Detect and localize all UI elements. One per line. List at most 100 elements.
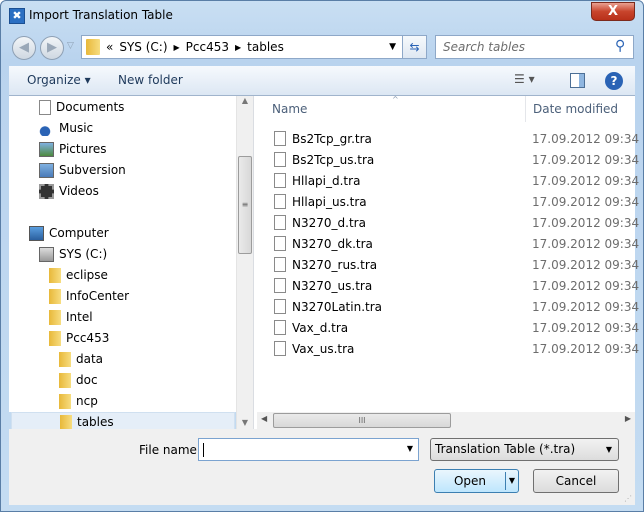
file-row[interactable]: Bs2Tcp_gr.tra 17.09.2012 09:34	[274, 128, 639, 149]
file-name: N3270_d.tra	[292, 215, 366, 230]
nav-item-label: Documents	[56, 100, 125, 114]
help-icon[interactable]: ?	[605, 72, 623, 90]
file-name: N3270_dk.tra	[292, 236, 373, 251]
scroll-up-arrow[interactable]: ▲	[237, 96, 253, 105]
preview-pane-icon[interactable]	[570, 73, 585, 88]
nav-item-label: Subversion	[59, 163, 126, 177]
breadcrumb-pcc453[interactable]: Pcc453	[186, 40, 229, 54]
cancel-button[interactable]: Cancel	[533, 469, 619, 493]
open-dropdown-icon[interactable]: ▼	[505, 472, 518, 490]
nav-item[interactable]: SYS (C:)	[39, 244, 107, 264]
nav-item[interactable]: Computer	[29, 223, 109, 243]
file-name: Hllapi_us.tra	[292, 194, 367, 209]
nav-item[interactable]: Pictures	[39, 139, 107, 159]
breadcrumb-overflow[interactable]: «	[106, 40, 113, 54]
file-icon	[274, 341, 286, 356]
file-date: 17.09.2012 09:34	[532, 236, 640, 251]
nav-item[interactable]: Documents	[39, 97, 124, 117]
folder-icon	[49, 267, 61, 283]
new-folder-button[interactable]: New folder	[118, 73, 183, 87]
file-row[interactable]: Vax_d.tra 17.09.2012 09:34	[274, 317, 639, 338]
horizontal-scrollbar[interactable]: ◀ III ▶	[257, 412, 635, 429]
nav-item-label: eclipse	[66, 268, 108, 282]
close-button[interactable]: X	[591, 2, 635, 21]
file-row[interactable]: Hllapi_d.tra 17.09.2012 09:34	[274, 170, 639, 191]
file-row[interactable]: Bs2Tcp_us.tra 17.09.2012 09:34	[274, 149, 639, 170]
file-name-input[interactable]: ▼	[198, 438, 419, 461]
address-dropdown-icon[interactable]: ▼	[389, 42, 396, 52]
open-label[interactable]: Open	[435, 470, 505, 492]
file-date: 17.09.2012 09:34	[532, 257, 640, 272]
organize-button[interactable]: Organize ▾	[27, 73, 91, 87]
file-row[interactable]: Vax_us.tra 17.09.2012 09:34	[274, 338, 639, 359]
folder-icon	[60, 414, 72, 429]
music-icon	[39, 120, 54, 136]
scroll-down-arrow[interactable]: ▼	[237, 418, 253, 427]
breadcrumb-sys[interactable]: SYS (C:)	[119, 40, 167, 54]
nav-item[interactable]: Intel	[49, 307, 93, 327]
dialog-footer: File name: ▼ Translation Table (*.tra) ▼…	[9, 429, 635, 505]
folder-icon	[59, 393, 71, 409]
nav-item[interactable]: tables	[11, 412, 235, 429]
column-header-date-modified[interactable]: Date modified	[525, 96, 635, 122]
nav-item-label: tables	[77, 415, 114, 429]
window-title: Import Translation Table	[29, 8, 173, 22]
resize-grip[interactable]: ⋰	[624, 494, 632, 503]
view-options-icon[interactable]: ☰ ▾	[514, 72, 535, 86]
nav-item[interactable]: eclipse	[49, 265, 108, 285]
scroll-right-arrow[interactable]: ▶	[625, 414, 631, 423]
videos-icon	[39, 183, 54, 199]
file-date: 17.09.2012 09:34	[532, 173, 640, 188]
scroll-thumb[interactable]: III	[273, 413, 451, 428]
search-input[interactable]: Search tables	[435, 35, 634, 59]
scroll-thumb[interactable]: ≡	[238, 156, 252, 254]
nav-item[interactable]: Music	[39, 118, 93, 138]
nav-item[interactable]: Videos	[39, 181, 99, 201]
file-name: Vax_us.tra	[292, 341, 355, 356]
open-button[interactable]: Open ▼	[434, 469, 519, 493]
nav-item-label: Computer	[49, 226, 109, 240]
nav-item[interactable]: data	[59, 349, 103, 369]
nav-item[interactable]: Pcc453	[49, 328, 109, 348]
file-name: N3270_us.tra	[292, 278, 373, 293]
file-name-dropdown-icon[interactable]: ▼	[407, 444, 413, 453]
nav-scrollbar[interactable]: ▲ ≡ ▼	[236, 96, 253, 429]
file-date: 17.09.2012 09:34	[532, 278, 640, 293]
file-row[interactable]: N3270_us.tra 17.09.2012 09:34	[274, 275, 639, 296]
scroll-left-arrow[interactable]: ◀	[261, 414, 267, 423]
breadcrumb-tables[interactable]: tables	[247, 40, 284, 54]
address-bar[interactable]: « SYS (C:) ▶ Pcc453 ▶ tables ▼	[81, 35, 403, 59]
file-row[interactable]: N3270Latin.tra 17.09.2012 09:34	[274, 296, 639, 317]
file-icon	[274, 131, 286, 146]
nav-item-label: SYS (C:)	[59, 247, 108, 261]
dialog-window: ✖ Import Translation Table X ◀ ▶ ▽ « SYS…	[0, 0, 644, 512]
file-row[interactable]: N3270_d.tra 17.09.2012 09:34	[274, 212, 639, 233]
chevron-right-icon[interactable]: ▶	[235, 43, 241, 52]
refresh-button[interactable]: ⇆	[402, 35, 427, 59]
file-name-label: File name:	[139, 443, 201, 457]
folder-icon	[49, 309, 61, 325]
folder-icon	[59, 351, 71, 367]
file-row[interactable]: N3270_dk.tra 17.09.2012 09:34	[274, 233, 639, 254]
nav-item[interactable]: Subversion	[39, 160, 126, 180]
search-icon[interactable]: ⚲	[615, 38, 625, 54]
file-type-select[interactable]: Translation Table (*.tra) ▼	[430, 438, 619, 461]
back-button[interactable]: ◀	[12, 36, 36, 60]
recent-pages-dropdown[interactable]: ▽	[67, 41, 74, 51]
pane-divider[interactable]	[253, 96, 257, 429]
nav-item[interactable]: ncp	[59, 391, 98, 411]
nav-item-label: Intel	[66, 310, 93, 324]
folder-icon	[49, 330, 61, 346]
text-cursor	[203, 443, 204, 457]
app-icon: ✖	[9, 8, 25, 24]
nav-item[interactable]: doc	[59, 370, 98, 390]
file-row[interactable]: N3270_rus.tra 17.09.2012 09:34	[274, 254, 639, 275]
file-date: 17.09.2012 09:34	[532, 194, 640, 209]
file-icon	[274, 257, 286, 272]
chevron-right-icon[interactable]: ▶	[174, 43, 180, 52]
file-date: 17.09.2012 09:34	[532, 131, 640, 146]
nav-item[interactable]: InfoCenter	[49, 286, 129, 306]
forward-button[interactable]: ▶	[40, 36, 64, 60]
subversion-icon	[39, 162, 54, 178]
file-row[interactable]: Hllapi_us.tra 17.09.2012 09:34	[274, 191, 639, 212]
